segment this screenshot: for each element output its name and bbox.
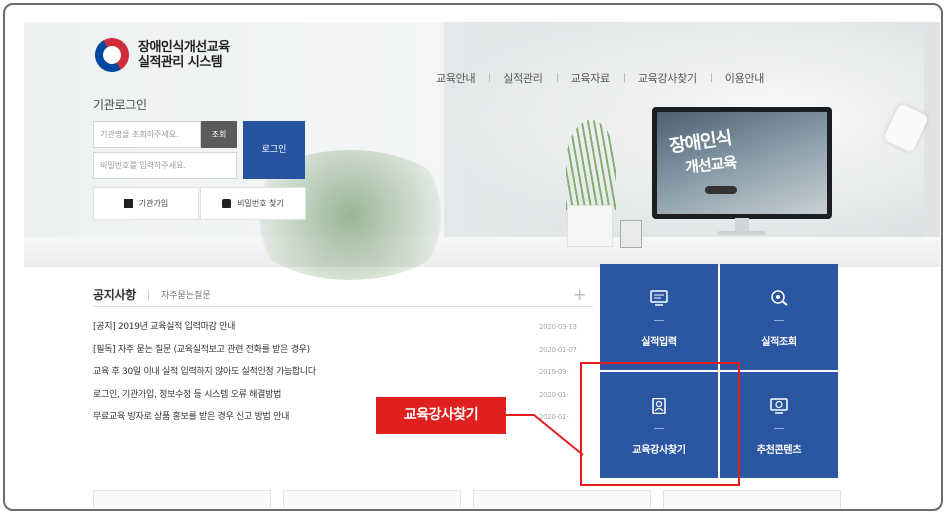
site-title: 장애인식개선교육 실적관리 시스템 (138, 40, 230, 70)
video-icon (770, 398, 788, 414)
banner-monitor: 장애인식 개선교육 (652, 107, 832, 219)
notice-title: [공지] 2019년 교육실적 입력마감 안내 (93, 322, 236, 332)
list-item[interactable]: [공지] 2019년 교육실적 입력마감 안내 2020-03-13 (93, 316, 593, 339)
list-item[interactable]: [필독] 자주 묻는 질문 (교육실적보고 관련 전화를 받은 경우) 2020-… (93, 339, 593, 362)
nav-item-find-instructor[interactable]: 교육강사찾기 (623, 70, 711, 86)
join-button[interactable]: 기관가입 (93, 187, 199, 220)
notice-board: 공지사항 자주묻는질문 + [공지] 2019년 교육실적 입력마감 안내 202… (93, 287, 593, 429)
card[interactable] (663, 490, 841, 508)
more-button[interactable]: + (573, 287, 586, 303)
nav-item-edu-info[interactable]: 교육안내 (422, 70, 489, 86)
list-item[interactable]: 무료교육 빙자로 상품 홍보를 받은 경우 신고 방법 안내 2020-01- (93, 406, 593, 429)
notice-title: 교육 후 30일 이내 실적 입력하지 않아도 실적인정 가능합니다 (93, 367, 316, 377)
monitor-stand-base (718, 231, 766, 235)
list-item[interactable]: 교육 후 30일 이내 실적 입력하지 않아도 실적인정 가능합니다 2019-0… (93, 361, 593, 384)
quick-menu-record-search[interactable]: 실적조회 (720, 264, 838, 370)
site-logo[interactable]: 장애인식개선교육 실적관리 시스템 (88, 31, 230, 79)
nav-item-materials[interactable]: 교육자료 (556, 70, 624, 86)
desk (24, 237, 940, 267)
pencil-holder-decoration (620, 220, 642, 248)
notice-date: 2020-03-13 (539, 323, 577, 331)
notice-tabs: 공지사항 자주묻는질문 (93, 287, 593, 307)
notice-title: 무료교육 빙자로 상품 홍보를 받은 경우 신고 방법 안내 (93, 412, 290, 422)
magnifier-icon (771, 290, 788, 306)
banner-pill (705, 186, 737, 194)
quick-menu-record-input[interactable]: 실적입력 (600, 264, 718, 370)
card[interactable] (473, 490, 651, 508)
grass-plant-decoration (566, 120, 616, 210)
highlight-box (580, 362, 740, 486)
login-title: 기관로그인 (93, 98, 147, 112)
callout-label: 교육강사찾기 (376, 397, 506, 434)
find-password-label: 비밀번호 찾기 (237, 199, 284, 208)
site-title-line2: 실적관리 시스템 (138, 55, 223, 70)
login-button[interactable]: 로그인 (243, 121, 305, 179)
card[interactable] (283, 490, 461, 508)
monitor-icon (650, 290, 668, 306)
monitor-stand (735, 218, 749, 232)
list-item[interactable]: 로그인, 기관가입, 정보수정 등 시스템 오류 해결방법 2020-01- (93, 384, 593, 407)
banner-text-line2: 개선교육 (684, 153, 738, 177)
building-icon (123, 199, 133, 208)
notice-title: [필독] 자주 묻는 질문 (교육실적보고 관련 전화를 받은 경우) (93, 344, 310, 355)
bottom-cards (93, 490, 841, 508)
nav-item-usage-guide[interactable]: 이용안내 (710, 70, 778, 86)
card[interactable] (93, 490, 271, 508)
lock-icon (222, 199, 232, 208)
notice-date: 2019-09- (539, 368, 569, 376)
tab-faq[interactable]: 자주묻는질문 (161, 288, 211, 301)
notice-list: [공지] 2019년 교육실적 입력마감 안내 2020-03-13 [필독] 자… (93, 316, 593, 429)
find-password-button[interactable]: 비밀번호 찾기 (200, 187, 306, 220)
quick-menu-label: 실적입력 (641, 337, 677, 348)
notice-date: 2020-01-07 (539, 345, 577, 354)
main-navigation: 교육안내 실적관리 교육자료 교육강사찾기 이용안내 (422, 70, 778, 86)
notice-title: 로그인, 기관가입, 정보수정 등 시스템 오류 해결방법 (93, 389, 282, 400)
password-input[interactable]: 비밀번호를 입력하주세요. (93, 152, 237, 179)
plant-pot-decoration (567, 205, 613, 247)
join-label: 기관가입 (138, 199, 169, 208)
notice-date: 2020-01- (539, 413, 569, 421)
taegeuk-emblem-icon (88, 31, 136, 79)
nav-item-records[interactable]: 실적관리 (489, 70, 556, 86)
institution-search-input[interactable]: 기관명을 조회하주세요. (93, 121, 201, 148)
quick-menu-label: 실적조회 (761, 337, 797, 348)
site-title-line1: 장애인식개선교육 (138, 40, 230, 55)
tab-notice[interactable]: 공지사항 (93, 286, 136, 303)
banner-screen: 장애인식 개선교육 (657, 112, 827, 214)
institution-search-button[interactable]: 조회 (201, 121, 237, 148)
notice-date: 2020-01- (539, 390, 569, 399)
